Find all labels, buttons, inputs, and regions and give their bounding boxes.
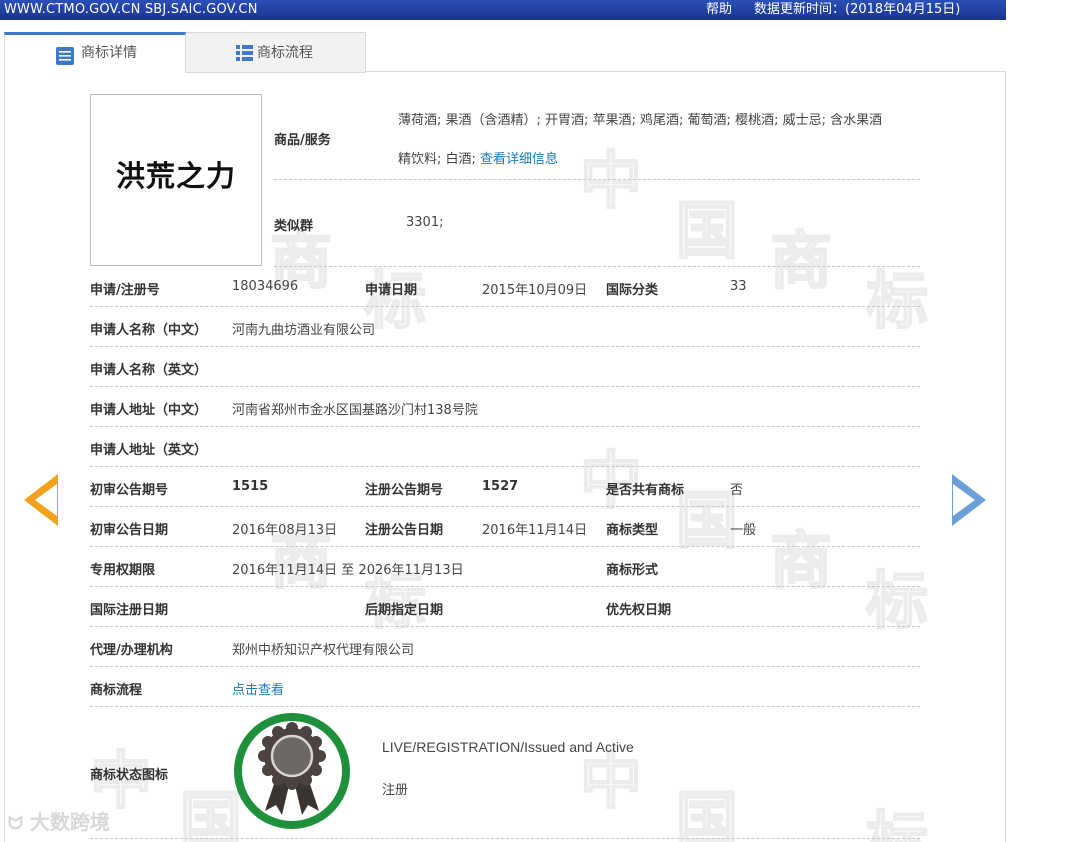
divider xyxy=(90,586,920,587)
term-value: 2016年11月14日 至 2026年11月13日 xyxy=(232,563,464,578)
data-update-time: 数据更新时间：(2018年04月15日) xyxy=(754,2,961,17)
chat-bubble-icon: ᗢ xyxy=(8,813,23,834)
prelim-date-value: 2016年08月13日 xyxy=(232,523,338,538)
award-ribbon-icon xyxy=(234,713,350,829)
term-label: 专用权期限 xyxy=(90,563,156,578)
tm-form-label: 商标形式 xyxy=(606,563,659,578)
registered-status-badge xyxy=(232,711,352,831)
reg-pub-date-value: 2016年11月14日 xyxy=(482,523,588,538)
trademark-image: 洪荒之力 xyxy=(90,94,262,266)
divider xyxy=(90,626,920,627)
list-icon xyxy=(236,45,253,61)
prelim-no-value: 1515 xyxy=(232,479,269,494)
shared-label: 是否共有商标 xyxy=(606,483,685,498)
goods-services-line1: 薄荷酒; 果酒（含酒精）; 开胃酒; 苹果酒; 鸡尾酒; 葡萄酒; 樱桃酒; 威… xyxy=(398,113,883,128)
site-domains: WWW.CTMO.GOV.CN SBJ.SAIC.GOV.CN xyxy=(4,2,258,17)
goods-services-label: 商品/服务 xyxy=(274,133,331,148)
tm-type-value: 一般 xyxy=(730,523,757,538)
app-date-value: 2015年10月09日 xyxy=(482,283,588,298)
view-details-link[interactable]: 查看详细信息 xyxy=(480,152,558,167)
reg-no-value: 18034696 xyxy=(232,279,299,294)
prelim-no-label: 初审公告期号 xyxy=(90,483,169,498)
bottom-watermark-logo: ᗢ 大数跨境 xyxy=(8,806,110,835)
divider xyxy=(90,838,920,839)
tab-bar: 商标详情 商标流程 xyxy=(4,32,1006,73)
previous-arrow-button[interactable] xyxy=(24,474,58,526)
similar-group-label: 类似群 xyxy=(274,219,314,234)
address-cn-value: 河南省郑州市金水区国基路沙门村138号院 xyxy=(232,403,478,418)
tm-type-label: 商标类型 xyxy=(606,523,659,538)
applicant-en-label: 申请人名称（英文） xyxy=(90,363,208,378)
bottom-logo-text: 大数跨境 xyxy=(29,810,110,834)
help-link[interactable]: 帮助 xyxy=(706,0,732,20)
goods-services-line2: 精饮料; 白酒; 查看详细信息 xyxy=(398,152,559,167)
similar-group-value: 3301; xyxy=(406,215,444,230)
tab-trademark-details[interactable]: 商标详情 xyxy=(4,32,186,73)
divider xyxy=(90,306,920,307)
intl-class-label: 国际分类 xyxy=(606,283,659,298)
tab-label: 商标流程 xyxy=(257,45,313,61)
divider xyxy=(90,346,920,347)
address-en-label: 申请人地址（英文） xyxy=(90,443,208,458)
flow-label: 商标流程 xyxy=(90,683,143,698)
intl-reg-date-label: 国际注册日期 xyxy=(90,603,169,618)
reg-no-label: 申请/注册号 xyxy=(90,283,160,298)
divider xyxy=(90,706,920,707)
app-date-label: 申请日期 xyxy=(365,283,418,298)
agent-value: 郑州中桥知识产权代理有限公司 xyxy=(232,643,415,658)
divider xyxy=(90,546,920,547)
intl-class-value: 33 xyxy=(730,279,747,294)
reg-pub-no-value: 1527 xyxy=(482,479,519,494)
divider xyxy=(274,179,920,180)
divider xyxy=(90,386,920,387)
divider xyxy=(90,426,920,427)
applicant-cn-value: 河南九曲坊酒业有限公司 xyxy=(232,323,376,338)
tab-label: 商标详情 xyxy=(81,45,137,61)
reg-pub-date-label: 注册公告日期 xyxy=(365,523,444,538)
divider xyxy=(274,266,920,267)
status-icon-label: 商标状态图标 xyxy=(90,768,169,783)
next-arrow-button[interactable] xyxy=(952,474,986,526)
view-flow-link[interactable]: 点击查看 xyxy=(232,679,284,698)
later-date-label: 后期指定日期 xyxy=(365,603,444,618)
status-en: LIVE/REGISTRATION/Issued and Active xyxy=(382,739,634,755)
divider xyxy=(90,666,920,667)
address-cn-label: 申请人地址（中文） xyxy=(90,403,208,418)
shared-value: 否 xyxy=(730,483,744,498)
agent-label: 代理/办理机构 xyxy=(90,643,173,658)
prelim-date-label: 初审公告日期 xyxy=(90,523,169,538)
priority-date-label: 优先权日期 xyxy=(606,603,672,618)
status-cn: 注册 xyxy=(382,783,409,798)
applicant-cn-label: 申请人名称（中文） xyxy=(90,323,208,338)
top-bar: WWW.CTMO.GOV.CN SBJ.SAIC.GOV.CN 帮助 数据更新时… xyxy=(0,0,1006,20)
document-list-icon xyxy=(56,47,74,65)
divider xyxy=(90,506,920,507)
divider xyxy=(90,466,920,467)
tab-trademark-process[interactable]: 商标流程 xyxy=(186,32,366,73)
reg-pub-no-label: 注册公告期号 xyxy=(365,483,444,498)
trademark-mark-text: 洪荒之力 xyxy=(115,159,236,193)
